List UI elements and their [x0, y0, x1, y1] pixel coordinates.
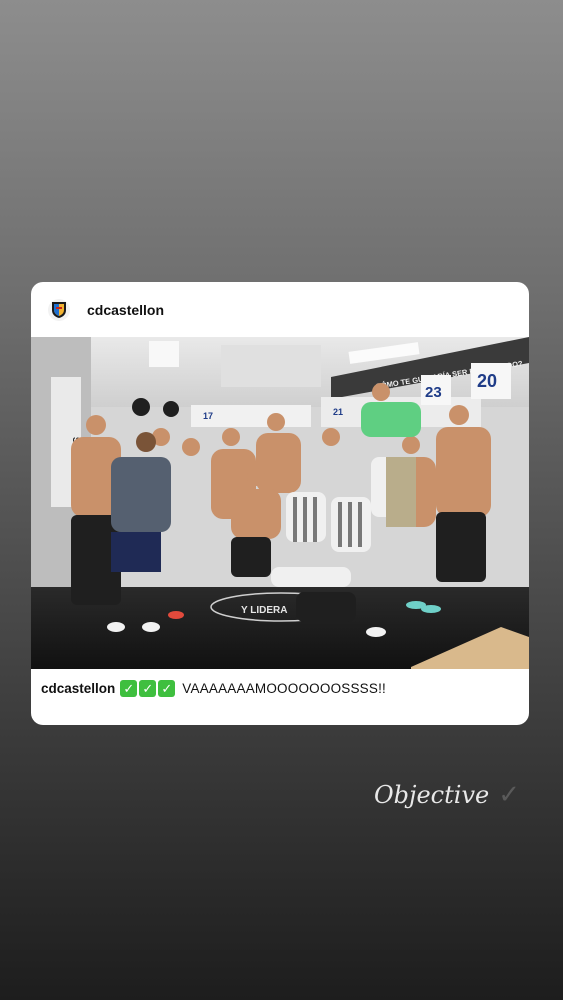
locker-number: 20 [477, 371, 497, 391]
post-header: cdcastellon [31, 282, 529, 337]
caption-username[interactable]: cdcastellon [41, 681, 115, 696]
caption-text: VAAAAAAAMOOOOOOOSSSS!! [182, 681, 386, 696]
post-photo[interactable]: SISTEMA CÓMO TE GUSTARÍA SER RECORDADO? … [31, 337, 529, 669]
objective-sticker: Objective ✓ [374, 780, 520, 810]
check-emoji-icon: ✓ [120, 680, 138, 697]
locker-number: 17 [203, 411, 213, 421]
post-caption: cdcastellon ✓ ✓ ✓ VAAAAAAAMOOOOOOOSSSS!! [41, 680, 519, 697]
check-emoji-icon: ✓ [139, 680, 157, 697]
check-emoji-icon: ✓ [158, 680, 176, 697]
shared-post-card[interactable]: cdcastellon SISTEMA [31, 282, 529, 725]
floor-text: Y LIDERA [241, 605, 288, 616]
club-crest-icon[interactable] [48, 298, 70, 321]
locker-number: 21 [333, 407, 343, 417]
sticker-text: Objective [374, 781, 490, 809]
post-username[interactable]: cdcastellon [87, 302, 164, 318]
check-mark-icon: ✓ [498, 780, 521, 810]
locker-number: 23 [425, 384, 442, 401]
